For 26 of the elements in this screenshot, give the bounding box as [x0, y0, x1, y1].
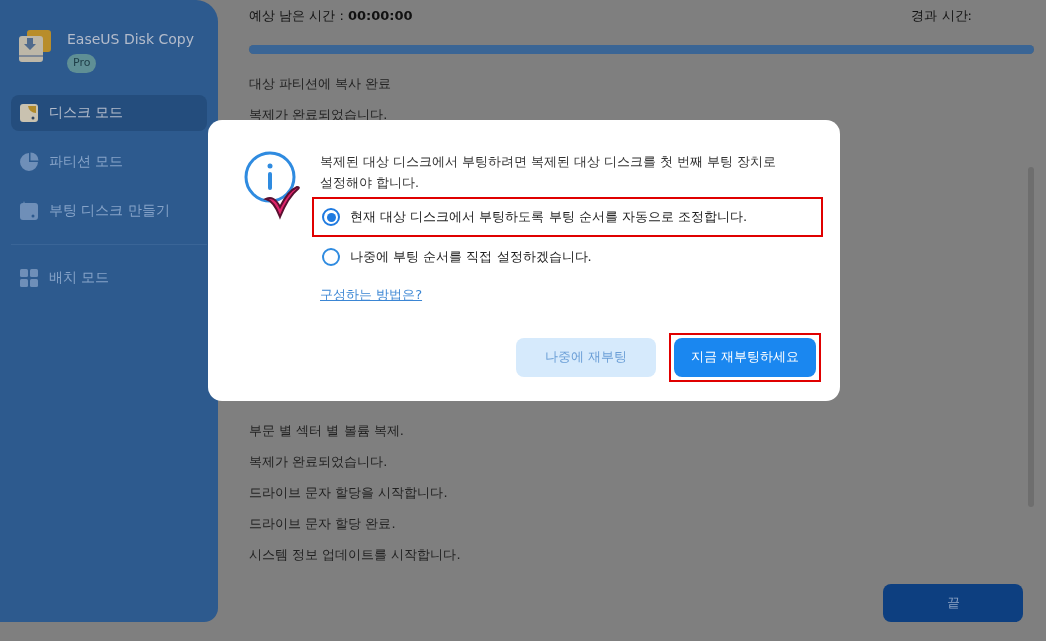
sidebar-item[interactable]: 디스크 모드	[11, 94, 207, 131]
option-label: 현재 대상 디스크에서 부팅하도록 부팅 순서를 자동으로 조정합니다.	[350, 208, 748, 227]
option-row[interactable]: 현재 대상 디스크에서 부팅하도록 부팅 순서를 자동으로 조정합니다.	[312, 197, 823, 237]
log-line: 시스템 정보 업데이트를 시작합니다.	[249, 545, 462, 564]
app-name: EaseUS Disk Copy	[67, 30, 194, 49]
log-line: 대상 파티션에 복사 완료	[249, 74, 393, 93]
reboot-later-button[interactable]: 나중에 재부팅	[516, 337, 656, 377]
elapsed-time-label: 경과 시간:	[911, 7, 972, 25]
plan-badge: Pro	[67, 54, 97, 73]
app-logo-icon	[17, 28, 53, 64]
how-to-link[interactable]: 구성하는 방법은?	[320, 285, 423, 305]
dialog-message: 복제된 대상 디스크에서 부팅하려면 복제된 대상 디스크를 첫 번째 부팅 장치로 설정해야 합니다.	[320, 153, 777, 192]
log-line: 드라이브 문자 할당을 시작합니다.	[249, 483, 449, 502]
finish-button[interactable]: 끝	[883, 583, 1023, 622]
option-label: 나중에 부팅 순서를 직접 설정하겠습니다.	[350, 248, 592, 267]
radio-button[interactable]	[322, 248, 340, 266]
log-line: 복제가 완료되었습니다.	[249, 452, 389, 471]
radio-button[interactable]	[322, 208, 340, 226]
remaining-time: 예상 남은 시간 : 00:00:00	[249, 7, 413, 25]
log-line: 드라이브 문자 할당 완료.	[249, 514, 397, 533]
pie-chart-icon	[19, 151, 39, 172]
option-row[interactable]: 나중에 부팅 순서를 직접 설정하겠습니다.	[312, 237, 823, 277]
reboot-now-button[interactable]: 지금 재부팅하세요	[674, 337, 816, 377]
log-line: 복제가 완료되었습니다.	[249, 105, 389, 124]
grid-icon	[19, 267, 39, 288]
log-line: 부문 별 섹터 별 볼륨 복제.	[249, 421, 405, 440]
